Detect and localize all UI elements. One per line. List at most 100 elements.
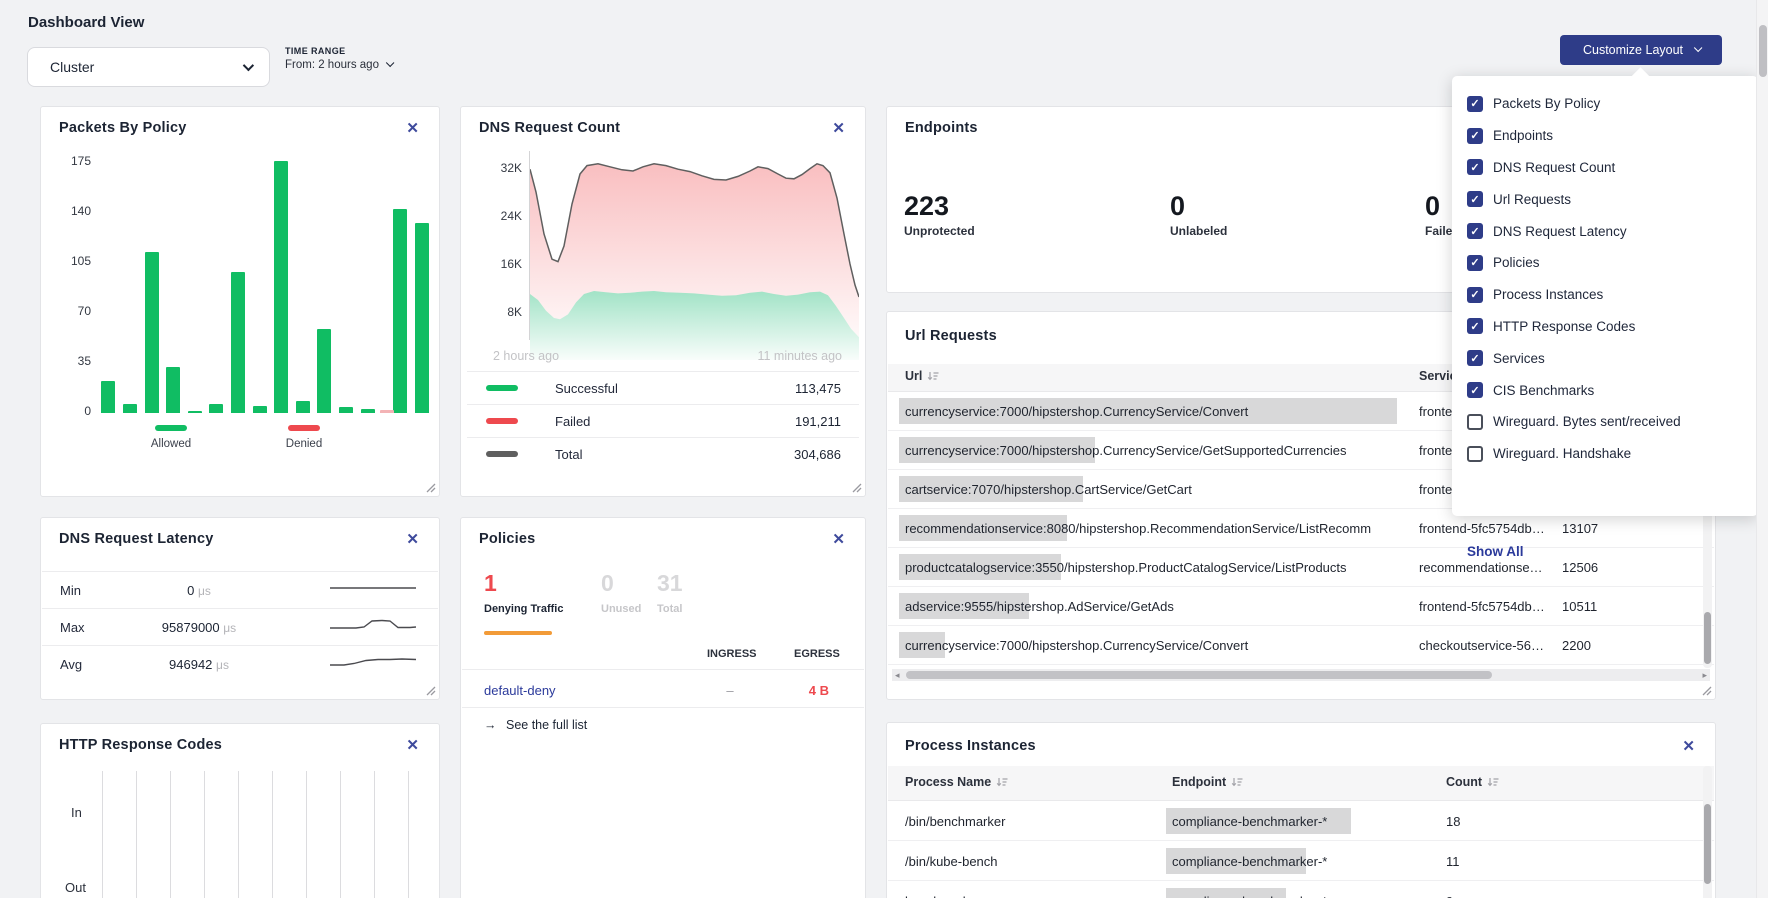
url-cell: currencyservice:7000/hipstershop.Currenc… bbox=[905, 443, 1401, 458]
process-instances-card: Process Instances ✕ Process Name Endpoin… bbox=[886, 722, 1716, 898]
scrollbar-thumb[interactable] bbox=[1704, 804, 1711, 884]
menu-item-packets-by-policy[interactable]: ✓Packets By Policy bbox=[1452, 88, 1758, 120]
y-tick-label: 105 bbox=[55, 254, 91, 268]
column-header-endpoint[interactable]: Endpoint bbox=[1172, 775, 1243, 789]
close-icon[interactable]: ✕ bbox=[832, 121, 845, 136]
resize-handle[interactable] bbox=[1702, 686, 1712, 696]
column-header-url[interactable]: Url bbox=[905, 369, 939, 383]
close-icon[interactable]: ✕ bbox=[406, 532, 419, 547]
menu-item-services[interactable]: ✓Services bbox=[1452, 342, 1758, 374]
legend-label: Failed bbox=[555, 414, 795, 429]
scrollbar-thumb[interactable] bbox=[1704, 612, 1711, 664]
scroll-left-icon[interactable]: ◂ bbox=[895, 670, 900, 681]
show-all-link[interactable]: Show All bbox=[1467, 544, 1524, 559]
resize-handle[interactable] bbox=[426, 483, 436, 493]
value: 946942 bbox=[169, 657, 212, 672]
close-icon[interactable]: ✕ bbox=[406, 121, 419, 136]
customize-layout-button[interactable]: Customize Layout bbox=[1560, 35, 1722, 65]
see-full-list-link[interactable]: → See the full list bbox=[484, 718, 587, 732]
menu-item-policies[interactable]: ✓Policies bbox=[1452, 247, 1758, 279]
dns-area-chart bbox=[530, 151, 859, 360]
checkbox-unchecked-icon[interactable] bbox=[1467, 446, 1483, 462]
legend-item-denied: Denied bbox=[264, 425, 344, 450]
legend-swatch bbox=[486, 418, 518, 424]
stat-value: 1 bbox=[484, 570, 563, 597]
policy-link-default-deny[interactable]: default-deny bbox=[484, 683, 556, 698]
checkbox-checked-icon[interactable]: ✓ bbox=[1467, 223, 1483, 239]
http-response-codes-card: HTTP Response Codes ✕ In Out bbox=[40, 723, 440, 898]
checkbox-checked-icon[interactable]: ✓ bbox=[1467, 255, 1483, 271]
bar-allowed bbox=[253, 406, 267, 413]
resize-handle[interactable] bbox=[852, 483, 862, 493]
horizontal-scrollbar[interactable]: ◂ ▸ bbox=[892, 669, 1710, 681]
close-icon[interactable]: ✕ bbox=[1682, 739, 1695, 754]
ingress-value: – bbox=[707, 683, 753, 698]
checkbox-checked-icon[interactable]: ✓ bbox=[1467, 159, 1483, 175]
checkbox-unchecked-icon[interactable] bbox=[1467, 414, 1483, 430]
checkbox-checked-icon[interactable]: ✓ bbox=[1467, 318, 1483, 334]
menu-item-wireguard-bytes-sent-received[interactable]: Wireguard. Bytes sent/received bbox=[1452, 406, 1758, 438]
close-icon[interactable]: ✕ bbox=[832, 532, 845, 547]
menu-item-http-response-codes[interactable]: ✓ HTTP Response Codes bbox=[1452, 311, 1758, 343]
tab-total[interactable]: 31 Total bbox=[657, 570, 683, 615]
checkbox-checked-icon[interactable]: ✓ bbox=[1467, 382, 1483, 398]
column-header-count[interactable]: Count bbox=[1446, 775, 1499, 789]
menu-item-label: HTTP Response Codes bbox=[1493, 319, 1635, 334]
latency-value: 0 μs bbox=[104, 583, 294, 598]
resize-handle[interactable] bbox=[426, 686, 436, 696]
bar-allowed bbox=[209, 404, 223, 413]
page-title: Dashboard View bbox=[28, 14, 144, 31]
menu-item-cis-benchmarks[interactable]: ✓CIS Benchmarks bbox=[1452, 374, 1758, 406]
table-row[interactable]: currencyservice:7000/hipstershop.Currenc… bbox=[888, 626, 1714, 665]
table-row[interactable]: productcatalogservice:3550/hipstershop.P… bbox=[888, 548, 1714, 587]
latency-sparkline bbox=[330, 654, 416, 675]
grid-line bbox=[306, 771, 307, 898]
latency-label: Min bbox=[42, 583, 104, 598]
stat-value: 223 bbox=[904, 191, 975, 222]
count-cell: 11 bbox=[1446, 854, 1460, 869]
table-row[interactable]: /bin/kube-benchcompliance-benchmarker-*1… bbox=[888, 841, 1714, 881]
active-tab-indicator bbox=[484, 631, 552, 635]
menu-item-url-requests[interactable]: ✓Url Requests bbox=[1452, 183, 1758, 215]
tab-unused[interactable]: 0 Unused bbox=[601, 570, 641, 615]
bar-allowed bbox=[231, 272, 245, 413]
close-icon[interactable]: ✕ bbox=[406, 738, 419, 753]
x-axis-end-label: 11 minutes ago bbox=[757, 349, 842, 363]
legend-value: 191,211 bbox=[795, 414, 841, 429]
checkbox-checked-icon[interactable]: ✓ bbox=[1467, 128, 1483, 144]
checkbox-checked-icon[interactable]: ✓ bbox=[1467, 350, 1483, 366]
bar-allowed bbox=[101, 381, 115, 413]
menu-item-dns-request-latency[interactable]: ✓DNS Request Latency bbox=[1452, 215, 1758, 247]
time-range-control[interactable]: TIME RANGE From: 2 hours ago bbox=[285, 46, 391, 71]
value: 95879000 bbox=[162, 620, 220, 635]
latency-value: 946942 μs bbox=[104, 657, 294, 672]
table-row[interactable]: benchmarkercompliance-benchmarker-*9 bbox=[888, 881, 1714, 898]
legend-row-failed: Failed191,211 bbox=[467, 404, 859, 437]
menu-item-dns-request-count[interactable]: ✓DNS Request Count bbox=[1452, 152, 1758, 184]
table-row[interactable]: adservice:9555/hipstershop.AdService/Get… bbox=[888, 587, 1714, 626]
menu-item-endpoints[interactable]: ✓Endpoints bbox=[1452, 120, 1758, 152]
bar-allowed bbox=[123, 404, 137, 413]
vertical-scrollbar[interactable] bbox=[1703, 766, 1712, 898]
checkbox-checked-icon[interactable]: ✓ bbox=[1467, 287, 1483, 303]
menu-item-label: Wireguard. Bytes sent/received bbox=[1493, 414, 1681, 429]
tab-denying-traffic[interactable]: 1 Denying Traffic bbox=[484, 570, 563, 615]
checkbox-checked-icon[interactable]: ✓ bbox=[1467, 96, 1483, 112]
checkbox-checked-icon[interactable]: ✓ bbox=[1467, 191, 1483, 207]
column-header-process-name[interactable]: Process Name bbox=[905, 775, 1008, 789]
chevron-down-icon bbox=[243, 60, 254, 71]
stat-label: Total bbox=[657, 603, 683, 615]
column-header-egress: EGRESS bbox=[794, 648, 840, 660]
latency-sparkline bbox=[330, 580, 416, 601]
menu-item-process-instances[interactable]: ✓Process Instances bbox=[1452, 279, 1758, 311]
egress-value: 4 B bbox=[779, 683, 829, 698]
legend-value: 113,475 bbox=[795, 381, 841, 396]
scrollbar-thumb[interactable] bbox=[1759, 25, 1767, 77]
scroll-right-icon[interactable]: ▸ bbox=[1702, 670, 1707, 681]
scrollbar-thumb[interactable] bbox=[906, 671, 1492, 679]
table-row[interactable]: /bin/benchmarkercompliance-benchmarker-*… bbox=[888, 801, 1714, 841]
card-title: DNS Request Latency bbox=[59, 531, 213, 547]
page-scrollbar[interactable] bbox=[1756, 0, 1768, 898]
menu-item-wireguard-handshake[interactable]: Wireguard. Handshake bbox=[1452, 438, 1758, 470]
cluster-select[interactable]: Cluster bbox=[27, 47, 270, 87]
